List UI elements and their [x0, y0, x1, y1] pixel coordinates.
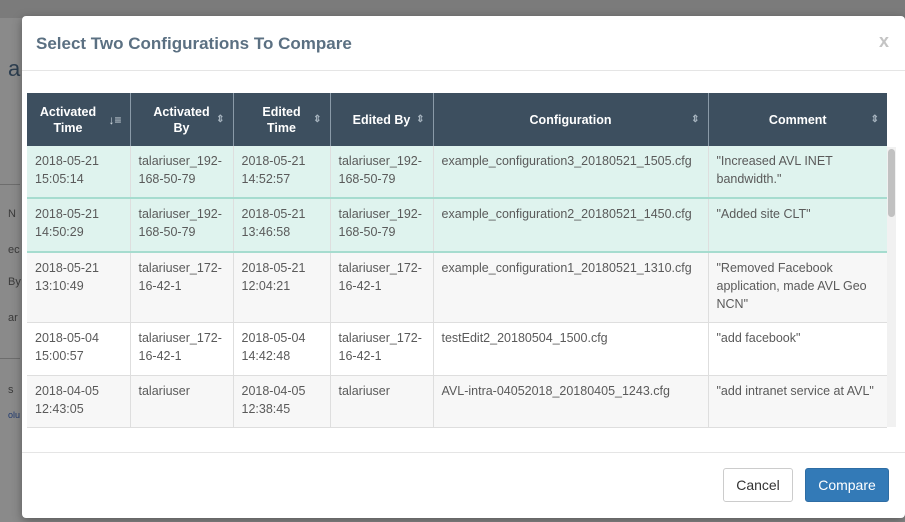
table-row[interactable]: 2018-05-21 14:50:29 talariuser_192-168-5… [27, 198, 887, 253]
cell-comment: "add intranet service at AVL" [708, 375, 887, 428]
column-header-comment[interactable]: Comment ⇕ [708, 93, 887, 146]
cell-activated-time: 2018-05-21 13:10:49 [27, 252, 131, 323]
cell-edited-time: 2018-04-05 12:38:45 [233, 375, 331, 428]
cell-activated-time: 2018-04-05 12:43:05 [27, 375, 131, 428]
cell-activated-by: talariuser_172-16-42-1 [130, 322, 234, 376]
cell-activated-time: 2018-05-21 15:05:14 [27, 146, 131, 199]
background-text: a [8, 56, 21, 81]
cell-comment: "add facebook" [708, 322, 887, 376]
sort-icon[interactable]: ⇕ [871, 112, 879, 128]
cell-comment: "Removed Facebook application, made AVL … [708, 252, 887, 323]
cell-comment: "Added site CLT" [708, 198, 887, 253]
background-divider [0, 358, 20, 359]
cell-edited-by: talariuser_172-16-42-1 [330, 252, 434, 323]
cell-activated-by: talariuser_192-168-50-79 [130, 198, 234, 253]
sort-icon[interactable]: ⇕ [313, 112, 321, 128]
cell-edited-time: 2018-05-21 12:04:21 [233, 252, 331, 323]
table-row[interactable]: 2018-05-04 15:00:57 talariuser_172-16-42… [27, 322, 887, 376]
cell-edited-time: 2018-05-21 13:46:58 [233, 198, 331, 253]
column-header-label: Edited Time [262, 104, 301, 135]
background-text: N [8, 208, 16, 220]
modal-header: Select Two Configurations To Compare x [22, 16, 905, 71]
column-header-edited-time[interactable]: Edited Time ⇕ [233, 93, 331, 146]
modal-footer: Cancel Compare [22, 452, 905, 518]
background-text: ec [8, 244, 20, 256]
table-scrollbar[interactable] [887, 147, 896, 427]
column-header-label: Edited By [352, 112, 411, 127]
cell-edited-time: 2018-05-21 14:52:57 [233, 146, 331, 199]
cell-configuration: example_configuration1_20180521_1310.cfg [433, 252, 709, 323]
column-header-label: Activated By [153, 104, 210, 135]
cell-edited-time: 2018-05-04 14:42:48 [233, 322, 331, 376]
cell-activated-time: 2018-05-04 15:00:57 [27, 322, 131, 376]
column-header-label: Comment [768, 112, 827, 127]
sort-descending-icon[interactable]: ↓≡ [108, 112, 121, 128]
table-row[interactable]: 2018-04-05 12:43:05 talariuser 2018-04-0… [27, 375, 887, 428]
column-header-activated-by[interactable]: Activated By ⇕ [130, 93, 234, 146]
background-divider [0, 184, 20, 185]
background-text: ar [8, 312, 18, 324]
close-icon[interactable]: x [879, 31, 889, 52]
background-text: By [8, 276, 21, 288]
table-header-row: Activated Time ↓≡ Activated By ⇕ Edited … [27, 93, 887, 146]
compare-modal: Select Two Configurations To Compare x A… [22, 16, 905, 518]
cell-edited-by: talariuser_172-16-42-1 [330, 322, 434, 376]
cell-configuration: example_configuration2_20180521_1450.cfg [433, 198, 709, 253]
sort-icon[interactable]: ⇕ [691, 112, 699, 128]
sort-icon[interactable]: ⇕ [216, 112, 224, 128]
modal-title: Select Two Configurations To Compare [36, 34, 352, 53]
cell-edited-by: talariuser_192-168-50-79 [330, 198, 434, 253]
cell-configuration: AVL-intra-04052018_20180405_1243.cfg [433, 375, 709, 428]
cancel-button[interactable]: Cancel [723, 468, 793, 502]
column-header-edited-by[interactable]: Edited By ⇕ [330, 93, 434, 146]
cell-activated-by: talariuser_172-16-42-1 [130, 252, 234, 323]
background-text: s [8, 384, 14, 396]
cell-edited-by: talariuser [330, 375, 434, 428]
cell-configuration: example_configuration3_20180521_1505.cfg [433, 146, 709, 199]
cell-comment: "Increased AVL INET bandwidth." [708, 146, 887, 199]
cell-configuration: testEdit2_20180504_1500.cfg [433, 322, 709, 376]
column-header-label: Activated Time [39, 104, 97, 135]
column-header-configuration[interactable]: Configuration ⇕ [433, 93, 709, 146]
scrollbar-thumb[interactable] [888, 149, 895, 217]
background-text: olu [8, 410, 21, 420]
column-header-activated-time[interactable]: Activated Time ↓≡ [27, 93, 131, 146]
table-row[interactable]: 2018-05-21 13:10:49 talariuser_172-16-42… [27, 252, 887, 323]
cell-activated-by: talariuser [130, 375, 234, 428]
sort-icon[interactable]: ⇕ [416, 112, 424, 128]
configurations-table: Activated Time ↓≡ Activated By ⇕ Edited … [27, 93, 887, 428]
compare-button[interactable]: Compare [805, 468, 889, 502]
cell-activated-time: 2018-05-21 14:50:29 [27, 198, 131, 253]
cell-activated-by: talariuser_192-168-50-79 [130, 146, 234, 199]
table-row[interactable]: 2018-05-21 15:05:14 talariuser_192-168-5… [27, 146, 887, 199]
column-header-label: Configuration [529, 112, 612, 127]
cell-edited-by: talariuser_192-168-50-79 [330, 146, 434, 199]
configurations-table-wrapper: Activated Time ↓≡ Activated By ⇕ Edited … [27, 93, 887, 428]
